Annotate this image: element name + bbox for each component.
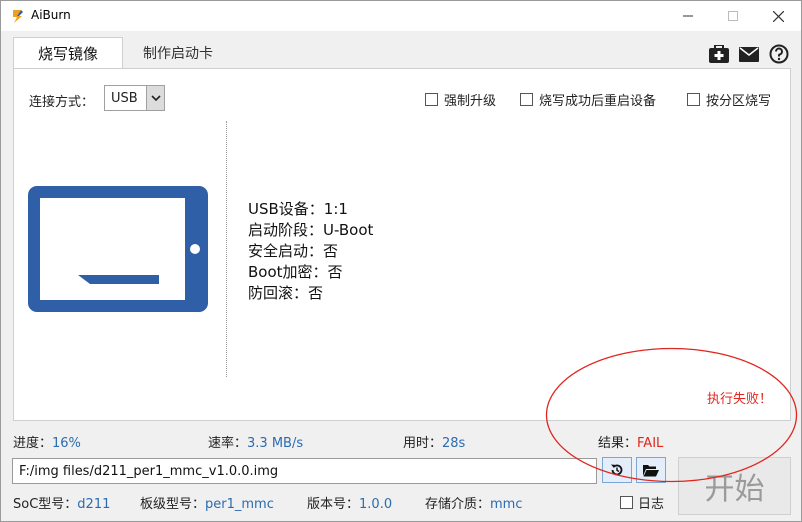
progress-value: 16% [52,436,81,451]
version-label: 版本号： [307,497,360,512]
tab-burn-image[interactable]: 烧写镜像 [13,37,123,69]
checkbox-label: 强制升级 [444,94,497,109]
soc-value: d211 [77,497,111,512]
close-icon [772,10,784,22]
board-model: 板级型号：per1_mmc [140,493,274,512]
image-path-input[interactable]: F:/img files/d211_per1_mmc_v1.0.0.img [12,458,597,484]
history-button[interactable] [602,457,632,483]
help-icon[interactable] [768,43,790,65]
checkbox-box[interactable] [620,496,633,509]
title-bar: AiBurn [1,1,801,31]
speed-value: 3.3 MB/s [247,436,304,451]
close-button[interactable] [755,1,801,31]
folder-open-icon [643,464,659,476]
result-status: 结果：FAIL [598,432,663,451]
toolbar-icons [708,43,790,65]
progress-label: 进度： [13,436,53,451]
log-label: 日志 [638,497,665,512]
connection-value: USB [111,90,138,106]
reboot-after-burn-checkbox[interactable]: 烧写成功后重启设备 [520,90,656,109]
result-value: FAIL [637,436,664,451]
open-file-button[interactable] [636,457,666,483]
medkit-icon[interactable] [708,43,730,65]
checkbox-box[interactable] [425,93,438,106]
app-logo-icon [13,10,23,23]
usb-device-info: USB设备：1:1 [248,200,348,218]
minimize-button[interactable] [665,1,711,31]
tab-make-boot-card[interactable]: 制作启动卡 [125,37,231,69]
tablet-device-icon [28,186,208,312]
version-value: 1.0.0 [359,497,393,512]
start-button[interactable]: 开始 [678,457,791,515]
checkbox-label: 烧写成功后重启设备 [539,94,657,109]
mail-icon[interactable] [738,43,760,65]
time-status: 用时：28s [403,432,465,451]
speed-status: 速率：3.3 MB/s [208,432,303,451]
status-message: 执行失败！ [707,392,773,407]
checkbox-box[interactable] [520,93,533,106]
soc-label: SoC型号： [13,497,78,512]
result-label: 结果： [598,436,638,451]
divider [226,121,227,377]
checkbox-label: 按分区烧写 [706,94,772,109]
chevron-down-icon[interactable] [146,86,164,110]
anti-rollback-info: 防回滚：否 [248,284,324,302]
boot-stage-info: 启动阶段：U-Boot [248,221,374,239]
board-value: per1_mmc [205,497,274,512]
time-label: 用时： [403,436,443,451]
burn-by-partition-checkbox[interactable]: 按分区烧写 [687,90,771,109]
history-icon [611,464,623,476]
soc-model: SoC型号：d211 [13,493,110,512]
speed-label: 速率： [208,436,248,451]
maximize-button[interactable] [710,1,756,31]
progress-status: 进度：16% [13,432,81,451]
version: 版本号：1.0.0 [307,493,392,512]
tab-row: 烧写镜像 制作启动卡 [1,31,801,69]
time-value: 28s [442,436,466,451]
force-upgrade-checkbox[interactable]: 强制升级 [425,90,496,109]
storage-medium: 存储介质：mmc [425,493,523,512]
secure-boot-info: 安全启动：否 [248,242,339,260]
checkbox-box[interactable] [687,93,700,106]
device-info: USB设备：1:1 启动阶段：U-Boot 安全启动：否 Boot加密：否 防回… [248,199,373,304]
burn-image-panel: 连接方式： USB 强制升级 烧写成功后重启设备 按分区烧写 USB设备：1:1… [13,68,791,421]
minimize-icon [683,15,693,17]
board-label: 板级型号： [140,497,206,512]
window-title: AiBurn [31,8,71,22]
connection-select[interactable]: USB [104,85,165,111]
maximize-icon [728,11,738,21]
boot-encrypt-info: Boot加密：否 [248,263,343,281]
app-window: AiBurn 烧写镜像 制作启动卡 连接方式： USB 强制升级 烧写成功后重启… [0,0,802,522]
connection-label: 连接方式： [29,95,95,110]
storage-label: 存储介质： [425,497,491,512]
storage-value: mmc [490,497,523,512]
log-checkbox[interactable]: 日志 [620,493,664,512]
